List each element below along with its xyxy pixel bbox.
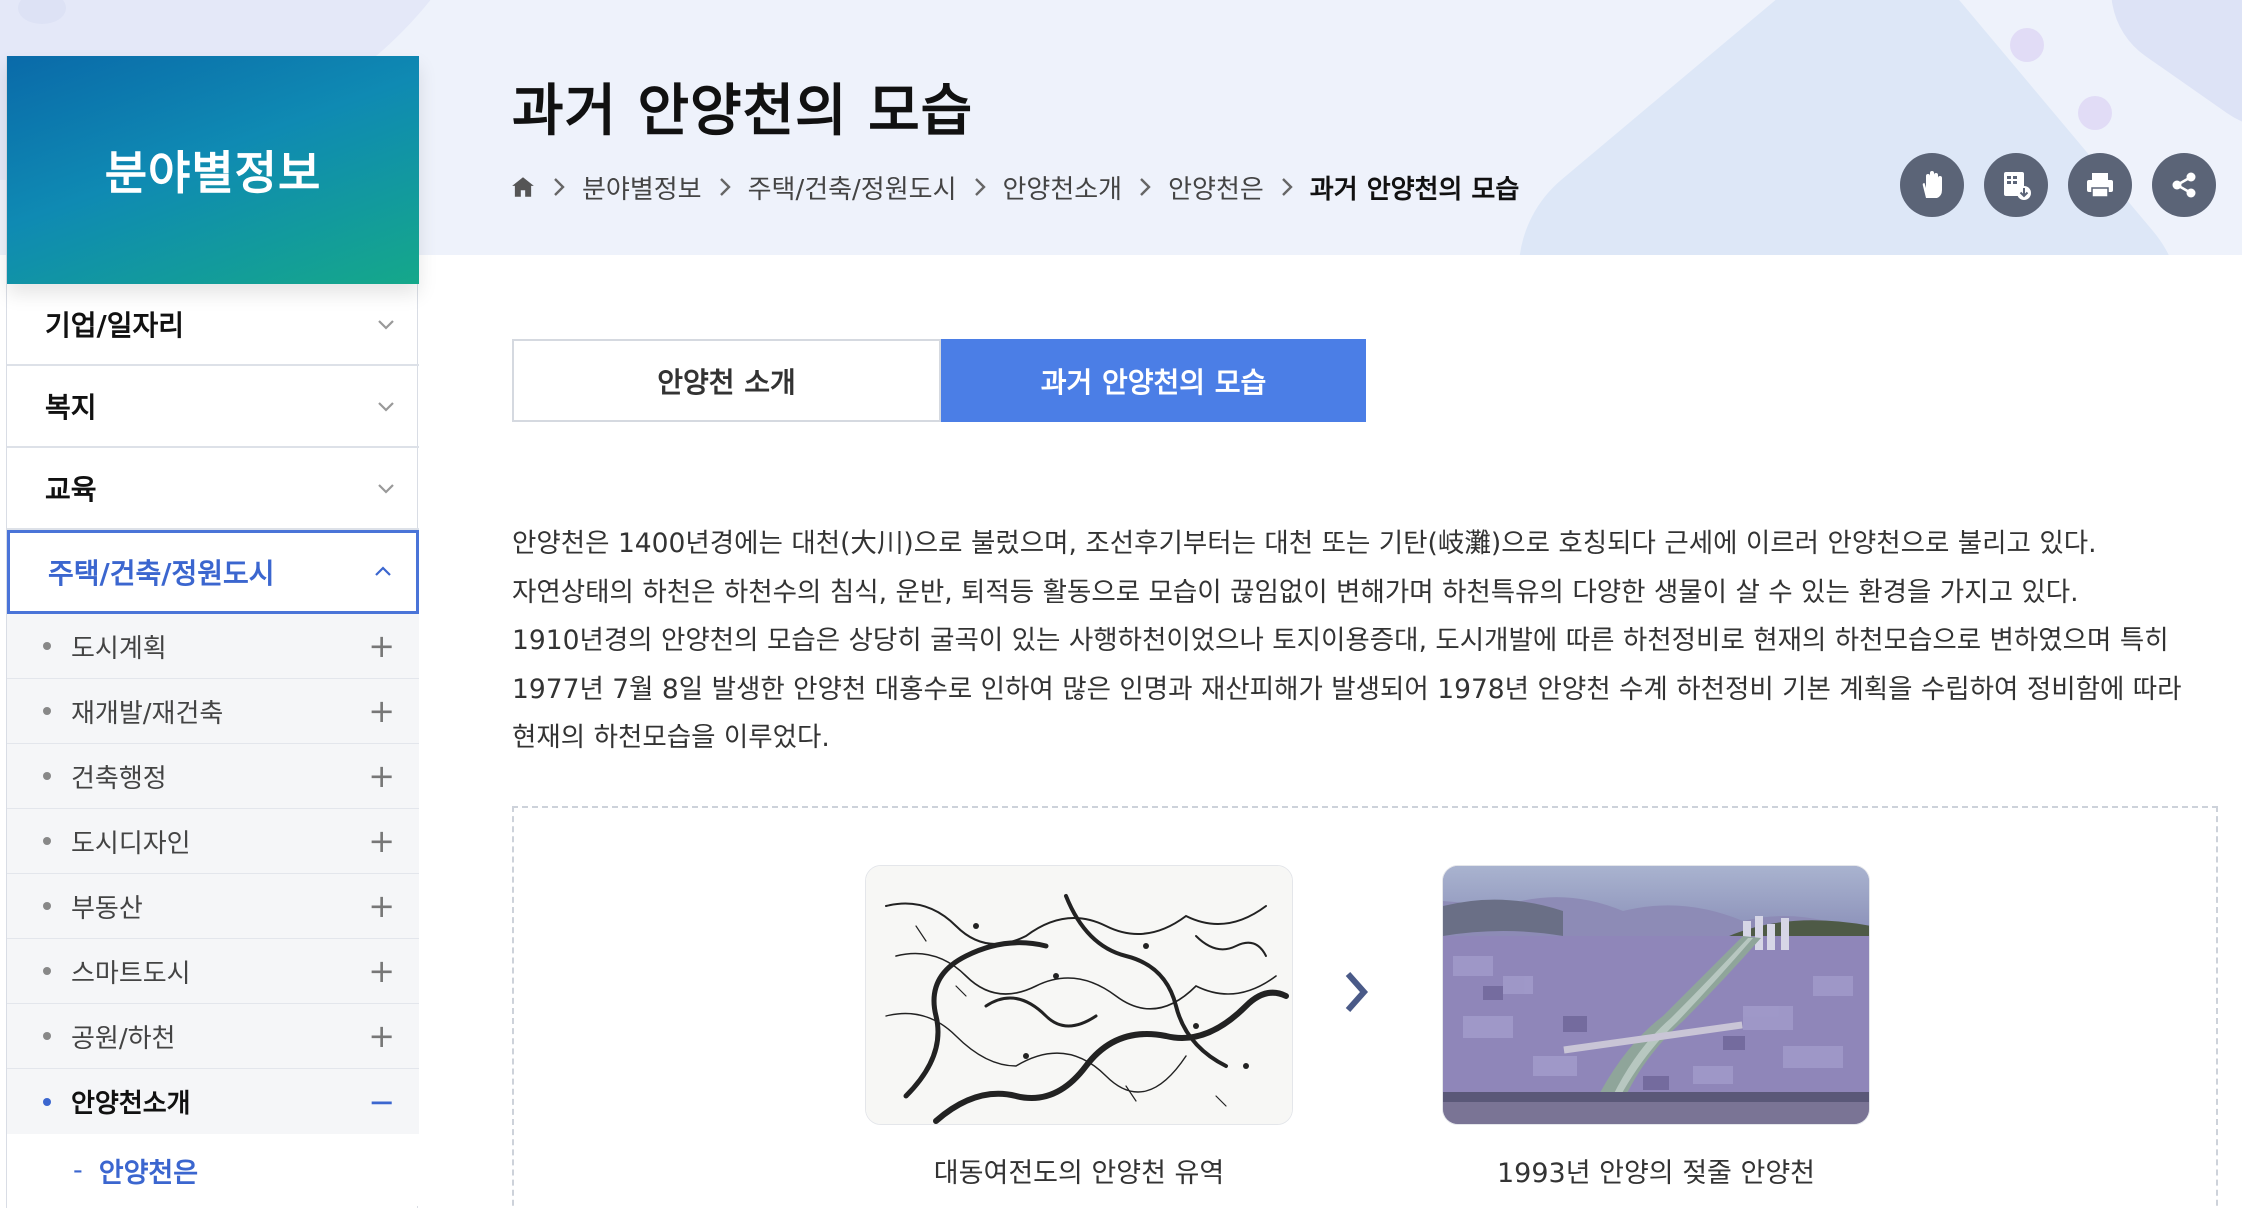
plus-icon: +: [368, 822, 395, 860]
submenu-item-label: 도시디자인: [71, 828, 191, 859]
paragraph: 자연상태의 하천은 하천수의 침식, 운반, 퇴적등 활동으로 모습이 끊임없이…: [512, 576, 2079, 608]
bullet-icon: [43, 707, 51, 715]
chevron-down-icon: [378, 484, 394, 494]
breadcrumb-item[interactable]: 안양천소개: [1003, 169, 1123, 206]
bullet-icon: [43, 1097, 51, 1106]
breadcrumb-item[interactable]: 주택/건축/정원도시: [748, 169, 957, 206]
sidebar-item-label: 주택/건축/정원도시: [48, 557, 275, 590]
chevron-right-icon: [718, 176, 732, 198]
submenu-item-label: 도시계획: [71, 633, 167, 664]
breadcrumb-item[interactable]: 안양천은: [1168, 169, 1264, 206]
plus-icon: +: [368, 757, 395, 795]
chevron-up-icon: [375, 566, 391, 576]
download-button[interactable]: [1984, 153, 2048, 217]
plus-icon: +: [368, 1017, 395, 1055]
breadcrumb-item[interactable]: 분야별정보: [582, 169, 702, 206]
sidebar-menu: 기업/일자리 복지 교육 주택/건축/정원도시 도시계획 + 재개발/재건축 +: [7, 284, 419, 1206]
download-icon: [2004, 172, 2031, 200]
sidebar-item-label: 복지: [45, 391, 97, 424]
sidebar-item-welfare[interactable]: 복지: [7, 366, 419, 448]
paragraph: 안양천은 1400년경에는 대천(大川)으로 불렀으며, 조선후기부터는 대천 …: [512, 528, 2097, 559]
sidebar-item-label: 교육: [45, 473, 97, 506]
home-icon[interactable]: [510, 174, 536, 200]
sidebar-item-business-jobs[interactable]: 기업/일자리: [7, 284, 419, 366]
bullet-icon: [43, 642, 51, 650]
chevron-right-icon: [1138, 176, 1152, 198]
content-description: 안양천은 1400년경에는 대천(大川)으로 불렀으며, 조선후기부터는 대천 …: [512, 520, 2212, 763]
tab-anyangcheon-intro[interactable]: 안양천 소개: [512, 339, 941, 422]
submenu-item-redevelopment[interactable]: 재개발/재건축 +: [7, 679, 419, 744]
figure-old-map: 대동여전도의 안양천 유역: [865, 865, 1293, 1190]
submenu-item-label: 안양천소개: [71, 1089, 191, 1119]
submenu-item-urban-planning[interactable]: 도시계획 +: [7, 614, 419, 679]
figure-caption: 대동여전도의 안양천 유역: [933, 1158, 1225, 1189]
tab-past-anyangcheon[interactable]: 과거 안양천의 모습: [941, 339, 1366, 422]
submenu-item-real-estate[interactable]: 부동산 +: [7, 874, 419, 939]
submenu-item-label: 건축행정: [71, 763, 167, 794]
submenu-item-label: 재개발/재건축: [71, 698, 224, 729]
submenu-item-label: 부동산: [71, 893, 143, 924]
page-title: 과거 안양천의 모습: [512, 79, 974, 144]
chevron-right-icon: [1280, 176, 1294, 198]
figure-caption: 1993년 안양의 젖줄 안양천: [1496, 1158, 1816, 1189]
sign-language-button[interactable]: [1900, 153, 1964, 217]
bullet-icon: [43, 837, 51, 845]
plus-icon: +: [368, 952, 395, 990]
sidebar: 분야별정보 기업/일자리 복지 교육 주택/건축/정원도시 도시계획 + 재개발…: [6, 56, 419, 1208]
dash-icon: -: [73, 1154, 83, 1186]
share-button[interactable]: [2152, 153, 2216, 217]
bullet-icon: [43, 772, 51, 780]
subsubmenu: - 안양천은: [7, 1134, 419, 1206]
chevron-down-icon: [378, 320, 394, 330]
bullet-icon: [43, 967, 51, 975]
submenu: 도시계획 + 재개발/재건축 + 건축행정 + 도시디자인 + 부동산 + 스마…: [7, 614, 419, 1134]
submenu-item-building-admin[interactable]: 건축행정 +: [7, 744, 419, 809]
print-icon: [2087, 173, 2113, 198]
image-panel: 대동여전도의 안양천 유역 1993년 안양의 젖줄 안양천: [512, 806, 2218, 1208]
submenu-item-parks-rivers[interactable]: 공원/하천 +: [7, 1004, 419, 1069]
sidebar-item-housing[interactable]: 주택/건축/정원도시: [7, 530, 419, 614]
sidebar-item-label: 기업/일자리: [45, 309, 185, 342]
chevron-right-icon: [973, 176, 987, 198]
hand-gesture-icon: [1922, 171, 1942, 198]
aerial-photo-image: [1442, 865, 1870, 1125]
submenu-item-label: 공원/하천: [71, 1023, 176, 1054]
subsubmenu-item-label: 안양천은: [98, 1157, 199, 1189]
content-tabs: 안양천 소개 과거 안양천의 모습: [512, 339, 1366, 422]
sidebar-item-education[interactable]: 교육: [7, 448, 419, 530]
figure-aerial-photo: 1993년 안양의 젖줄 안양천: [1442, 865, 1870, 1190]
chevron-right-icon: [552, 176, 566, 198]
print-button[interactable]: [2068, 153, 2132, 217]
paragraph: 1910년경의 안양천의 모습은 상당히 굴곡이 있는 사행하천이었으나 토지이…: [512, 625, 2182, 753]
breadcrumb-current: 과거 안양천의 모습: [1309, 174, 1520, 205]
submenu-item-smart-city[interactable]: 스마트도시 +: [7, 939, 419, 1004]
chevron-right-icon: [1345, 972, 1369, 1012]
subsubmenu-item-anyangcheon[interactable]: - 안양천은: [7, 1134, 419, 1206]
decorative-shape: [2079, 0, 2242, 160]
sidebar-header: 분야별정보: [7, 56, 419, 284]
decorative-dot: [2010, 28, 2044, 62]
plus-icon: +: [368, 887, 395, 925]
chevron-down-icon: [378, 402, 394, 412]
decorative-shape: [1469, 0, 2231, 255]
plus-icon: +: [368, 627, 395, 665]
breadcrumb: 분야별정보 주택/건축/정원도시 안양천소개 안양천은 과거 안양천의 모습: [510, 168, 1519, 206]
bullet-icon: [43, 1032, 51, 1040]
submenu-item-anyangcheon-intro[interactable]: 안양천소개 −: [7, 1069, 419, 1134]
sidebar-title: 분야별정보: [104, 146, 322, 200]
submenu-item-label: 스마트도시: [71, 958, 191, 989]
submenu-item-urban-design[interactable]: 도시디자인 +: [7, 809, 419, 874]
bullet-icon: [43, 902, 51, 910]
share-icon: [2172, 172, 2196, 198]
minus-icon: −: [368, 1082, 395, 1121]
decorative-dot: [2078, 96, 2112, 130]
old-map-image: [865, 865, 1293, 1125]
plus-icon: +: [368, 692, 395, 730]
